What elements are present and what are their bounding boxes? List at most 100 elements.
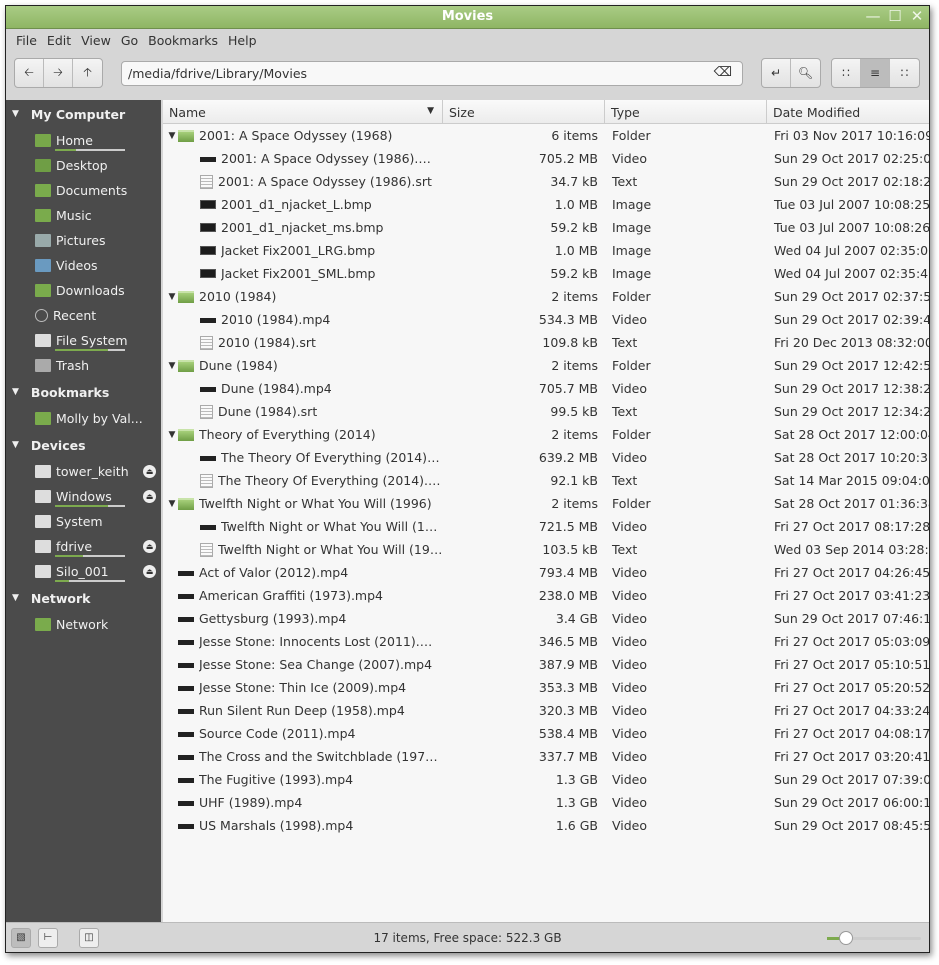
file-name: Jesse Stone: Sea Change (2007).mp4 xyxy=(199,657,433,672)
sidebar-item-pictures[interactable]: Pictures xyxy=(6,228,161,253)
file-name: 2010 (1984).mp4 xyxy=(221,312,331,327)
sidebar-item-trash[interactable]: Trash xyxy=(6,353,161,378)
file-row[interactable]: Run Silent Run Deep (1958).mp4 320.3 MB Vi… xyxy=(163,699,929,722)
file-row[interactable]: Jesse Stone: Sea Change (2007).mp4 387.9 … xyxy=(163,653,929,676)
sidebar-item-music[interactable]: Music xyxy=(6,203,161,228)
expander-icon[interactable]: ▼ xyxy=(12,109,19,119)
sidebar-item-file-system[interactable]: File System xyxy=(6,328,161,353)
folder-row[interactable]: ▼ 2010 (1984) 2 items Folder Sun 29 Oct 2017… xyxy=(163,285,929,308)
file-row[interactable]: Gettysburg (1993).mp4 3.4 GB Video Sun 29 O… xyxy=(163,607,929,630)
file-row[interactable]: Jacket Fix2001_SML.bmp 59.2 kB Image Wed 04… xyxy=(163,262,929,285)
sidebar-section-devices[interactable]: ▼ Devices xyxy=(6,431,161,459)
eject-icon[interactable]: ⏏ xyxy=(143,540,156,553)
file-row[interactable]: The Fugitive (1993).mp4 1.3 GB Video Sun 29… xyxy=(163,768,929,791)
file-row[interactable]: Dune (1984).mp4 705.7 MB Video Sun 29 Oct 2… xyxy=(163,377,929,400)
forward-arrow-icon[interactable]: 🡢 xyxy=(44,59,73,87)
expander-icon[interactable]: ▼ xyxy=(12,387,19,397)
sidebar-item-molly-by-val-[interactable]: Molly by Val... xyxy=(6,406,161,431)
sidebar-item-label: Silo_001 xyxy=(56,564,109,579)
sidebar-section-bookmarks[interactable]: ▼ Bookmarks xyxy=(6,378,161,406)
eject-icon[interactable]: ⏏ xyxy=(143,490,156,503)
icon-view-icon[interactable]: ∷ xyxy=(832,59,861,87)
column-date-modified[interactable]: Date Modified xyxy=(767,100,929,123)
file-row[interactable]: American Graffiti (1973).mp4 238.0 MB Vide… xyxy=(163,584,929,607)
sidebar-item-windows[interactable]: Windows ⏏ xyxy=(6,484,161,509)
file-date-modified: Fri 27 Oct 2017 04:08:17 PM xyxy=(774,726,930,741)
folder-row[interactable]: ▼ Dune (1984) 2 items Folder Sun 29 Oct 2017… xyxy=(163,354,929,377)
expander-icon[interactable]: ▼ xyxy=(166,361,178,371)
file-row[interactable]: Twelfth Night or What You Will (1996)...… xyxy=(163,538,929,561)
file-name: Twelfth Night or What You Will (1996) xyxy=(199,496,432,511)
up-arrow-icon[interactable]: 🡡 xyxy=(73,59,102,87)
location-input[interactable]: /media/fdrive/Library/Movies ⌫ xyxy=(121,61,743,86)
sidebar-item-videos[interactable]: Videos xyxy=(6,253,161,278)
search-icon[interactable]: 🔍︎ xyxy=(791,59,820,87)
column-size[interactable]: Size xyxy=(443,100,605,123)
eject-icon[interactable]: ⏏ xyxy=(143,565,156,578)
sidebar-item-recent[interactable]: Recent xyxy=(6,303,161,328)
sidebar-item-network[interactable]: Network xyxy=(6,612,161,637)
file-type: Image xyxy=(612,220,652,235)
file-row[interactable]: Act of Valor (2012).mp4 793.4 MB Video Fri … xyxy=(163,561,929,584)
file-row[interactable]: US Marshals (1998).mp4 1.6 GB Video Sun 29 … xyxy=(163,814,929,837)
sidebar-item-desktop[interactable]: Desktop xyxy=(6,153,161,178)
sidebar-item-system[interactable]: System xyxy=(6,509,161,534)
list-view-icon[interactable]: ≡ xyxy=(861,59,890,87)
expander-icon[interactable]: ▼ xyxy=(166,131,178,141)
file-row[interactable]: 2001: A Space Odyssey (1986).srt 34.7 kB T… xyxy=(163,170,929,193)
file-row[interactable]: Dune (1984).srt 99.5 kB Text Sun 29 Oct 201… xyxy=(163,400,929,423)
folder-row[interactable]: ▼ Theory of Everything (2014) 2 items Folde… xyxy=(163,423,929,446)
column-type[interactable]: Type xyxy=(605,100,767,123)
file-row[interactable]: The Theory Of Everything (2014).mp4 639.2… xyxy=(163,446,929,469)
clear-icon[interactable]: ⌫ xyxy=(714,65,732,80)
file-row[interactable]: 2001_d1_njacket_L.bmp 1.0 MB Image Tue 03 J… xyxy=(163,193,929,216)
file-size: 3.4 GB xyxy=(555,611,598,626)
folder-row[interactable]: ▼ Twelfth Night or What You Will (1996) 2 … xyxy=(163,492,929,515)
file-row[interactable]: Jesse Stone: Innocents Lost (2011).mp4 34… xyxy=(163,630,929,653)
file-row[interactable]: Jesse Stone: Thin Ice (2009).mp4 353.3 MB… xyxy=(163,676,929,699)
menu-bookmarks[interactable]: Bookmarks xyxy=(143,33,223,53)
sidebar-item-documents[interactable]: Documents xyxy=(6,178,161,203)
expander-icon[interactable]: ▼ xyxy=(166,430,178,440)
expander-icon[interactable]: ▼ xyxy=(166,499,178,509)
menu-view[interactable]: View xyxy=(76,33,116,53)
minimize-icon[interactable]: — xyxy=(865,8,881,24)
sidebar-section-my-computer[interactable]: ▼ My Computer xyxy=(6,100,161,128)
sidebar-section-network[interactable]: ▼ Network xyxy=(6,584,161,612)
toggle-location-icon[interactable]: ↵ xyxy=(762,59,791,87)
file-row[interactable]: The Theory Of Everything (2014).srt 92.1 … xyxy=(163,469,929,492)
file-row[interactable]: 2010 (1984).srt 109.8 kB Text Fri 20 Dec 20… xyxy=(163,331,929,354)
expander-icon[interactable]: ▼ xyxy=(12,593,19,603)
maximize-icon[interactable]: ☐ xyxy=(887,8,903,24)
file-size: 1.0 MB xyxy=(554,243,598,258)
menu-help[interactable]: Help xyxy=(223,33,262,53)
file-name: Dune (1984).srt xyxy=(218,404,318,419)
back-arrow-icon[interactable]: 🡠 xyxy=(15,59,44,87)
folder-row[interactable]: ▼ 2001: A Space Odyssey (1968) 6 items Fold… xyxy=(163,124,929,147)
sidebar-item-downloads[interactable]: Downloads xyxy=(6,278,161,303)
close-icon[interactable]: ✕ xyxy=(909,8,925,24)
compact-view-icon[interactable]: ∷ xyxy=(890,59,919,87)
file-row[interactable]: The Cross and the Switchblade (1970).m..… xyxy=(163,745,929,768)
expander-icon[interactable]: ▼ xyxy=(166,292,178,302)
file-row[interactable]: Source Code (2011).mp4 538.4 MB Video Fri 2… xyxy=(163,722,930,745)
menu-file[interactable]: File xyxy=(11,33,42,53)
file-row[interactable]: UHF (1989).mp4 1.3 GB Video Sun 29 Oct 2017… xyxy=(163,791,929,814)
column-name[interactable]: Name ▼ xyxy=(163,100,443,123)
sidebar-item-silo-001[interactable]: Silo_001 ⏏ xyxy=(6,559,161,584)
zoom-slider[interactable] xyxy=(827,931,921,945)
text-file-icon xyxy=(200,473,213,488)
eject-icon[interactable]: ⏏ xyxy=(143,465,156,478)
file-row[interactable]: Twelfth Night or What You Will (1996)...… xyxy=(163,515,929,538)
network-icon xyxy=(35,618,51,631)
file-row[interactable]: 2010 (1984).mp4 534.3 MB Video Sun 29 Oct 2… xyxy=(163,308,929,331)
sidebar-item-home[interactable]: Home xyxy=(6,128,161,153)
sidebar-item-tower-keith[interactable]: tower_keith ⏏ xyxy=(6,459,161,484)
sidebar-item-fdrive[interactable]: fdrive ⏏ xyxy=(6,534,161,559)
expander-icon[interactable]: ▼ xyxy=(12,440,19,450)
menu-go[interactable]: Go xyxy=(116,33,143,53)
file-row[interactable]: Jacket Fix2001_LRG.bmp 1.0 MB Image Wed 04 … xyxy=(163,239,929,262)
menu-edit[interactable]: Edit xyxy=(42,33,76,53)
file-row[interactable]: 2001: A Space Odyssey (1986).mp4 705.2 MB… xyxy=(163,147,929,170)
file-row[interactable]: 2001_d1_njacket_ms.bmp 59.2 kB Image Tue 03… xyxy=(163,216,929,239)
